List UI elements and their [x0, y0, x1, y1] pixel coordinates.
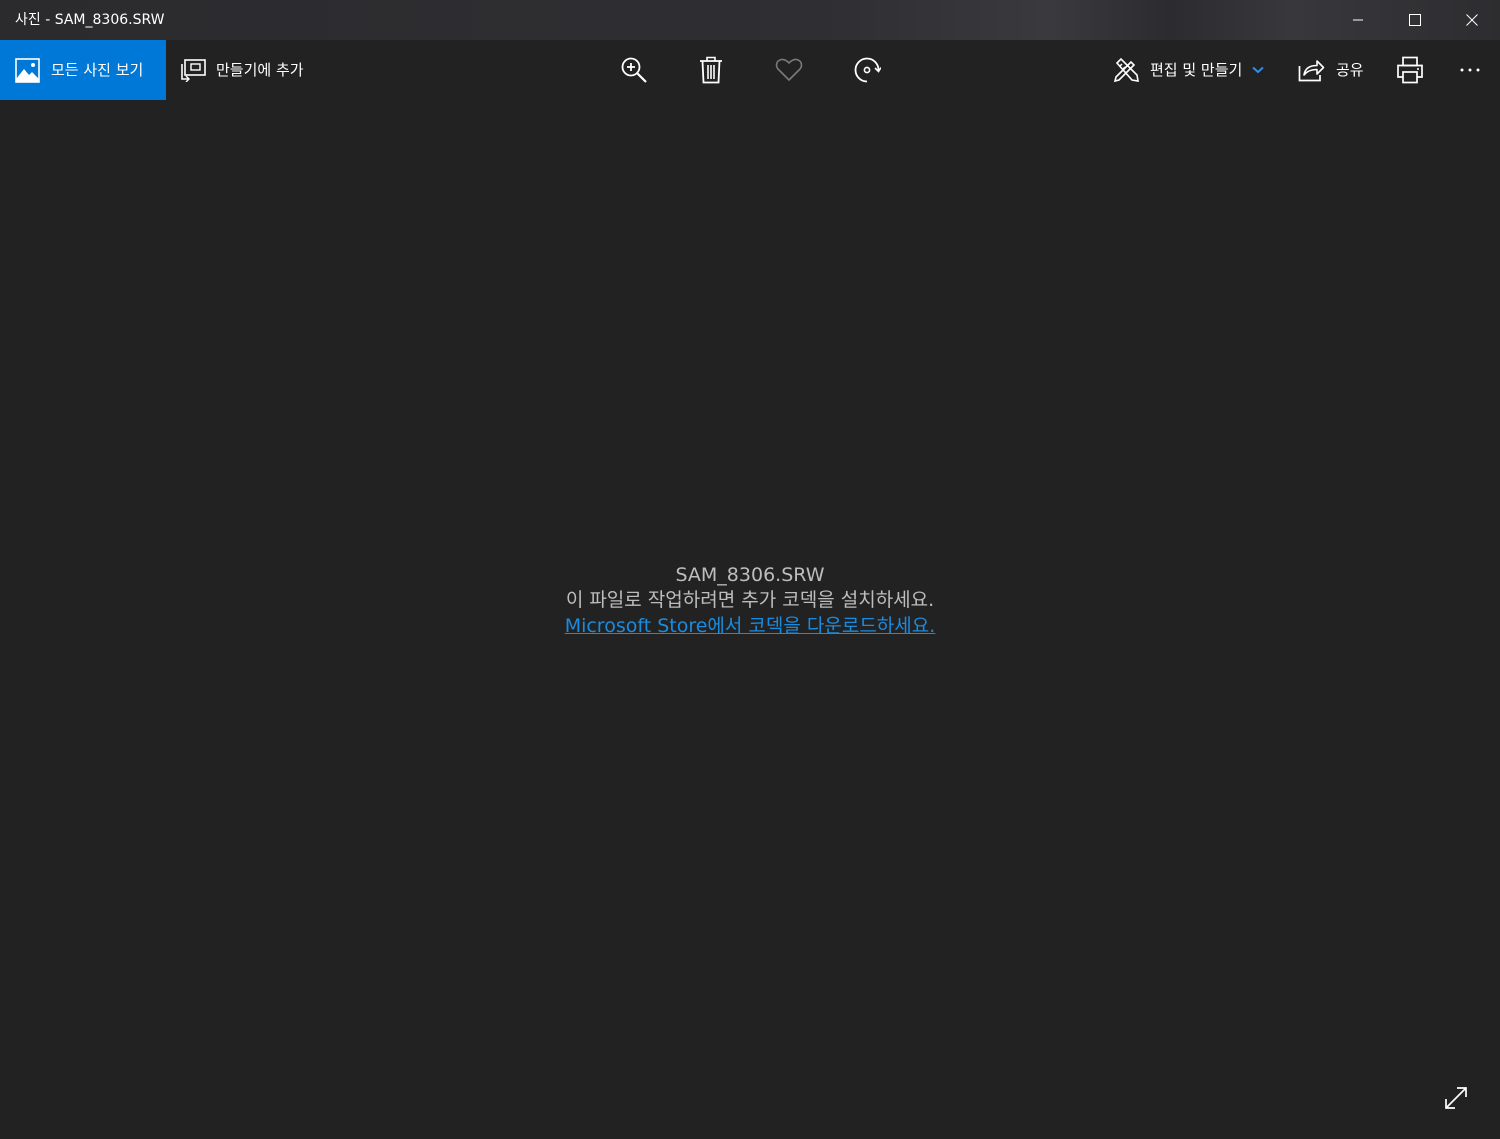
edit-create-label: 편집 및 만들기	[1150, 61, 1243, 79]
delete-button[interactable]	[689, 40, 733, 100]
close-button[interactable]	[1443, 0, 1500, 40]
toolbar: 모든 사진 보기 만들기에 추가 편집 및 만들기 공유	[0, 40, 1500, 100]
codec-instruction: 이 파일로 작업하려면 추가 코덱을 설치하세요.	[565, 589, 935, 611]
edit-create-icon	[1113, 57, 1139, 83]
edit-create-button[interactable]: 편집 및 만들기	[1113, 40, 1265, 100]
rotate-icon	[853, 56, 881, 84]
zoom-in-icon	[620, 56, 648, 84]
heart-icon	[775, 58, 803, 82]
full-screen-button[interactable]	[1440, 1084, 1472, 1116]
file-name: SAM_8306.SRW	[675, 564, 825, 586]
expand-icon	[1443, 1085, 1469, 1115]
add-to-creation-icon	[180, 58, 206, 82]
photos-app-window: 사진 - SAM_8306.SRW 모든 사진 보기 만들기에 추가 편집 및 …	[0, 0, 1500, 1139]
minimize-button[interactable]	[1329, 0, 1386, 40]
add-to-creation-label: 만들기에 추가	[216, 61, 304, 79]
view-all-photos-label: 모든 사진 보기	[51, 61, 144, 79]
store-codec-link[interactable]: Microsoft Store에서 코덱을 다운로드하세요.	[565, 614, 936, 639]
minimize-icon	[1352, 14, 1364, 26]
title-bar: 사진 - SAM_8306.SRW	[0, 0, 1500, 40]
favorite-button[interactable]	[767, 40, 811, 100]
photo-icon	[15, 57, 40, 83]
more-button[interactable]	[1448, 40, 1492, 100]
trash-icon	[699, 56, 723, 84]
chevron-down-icon	[1252, 66, 1265, 74]
maximize-icon	[1408, 14, 1421, 26]
print-icon	[1396, 56, 1424, 84]
print-button[interactable]	[1388, 40, 1432, 100]
window-title: 사진 - SAM_8306.SRW	[15, 12, 165, 28]
share-button[interactable]: 공유	[1298, 40, 1364, 100]
codec-message: SAM_8306.SRW 이 파일로 작업하려면 추가 코덱을 설치하세요. M…	[0, 563, 1500, 639]
rotate-button[interactable]	[845, 40, 889, 100]
share-icon	[1298, 58, 1325, 82]
close-icon	[1465, 14, 1478, 26]
zoom-button[interactable]	[612, 40, 656, 100]
add-to-creation-button[interactable]: 만들기에 추가	[180, 40, 304, 100]
more-icon	[1459, 67, 1481, 73]
share-label: 공유	[1336, 61, 1364, 79]
maximize-button[interactable]	[1386, 0, 1443, 40]
view-all-photos-button[interactable]: 모든 사진 보기	[0, 40, 166, 100]
